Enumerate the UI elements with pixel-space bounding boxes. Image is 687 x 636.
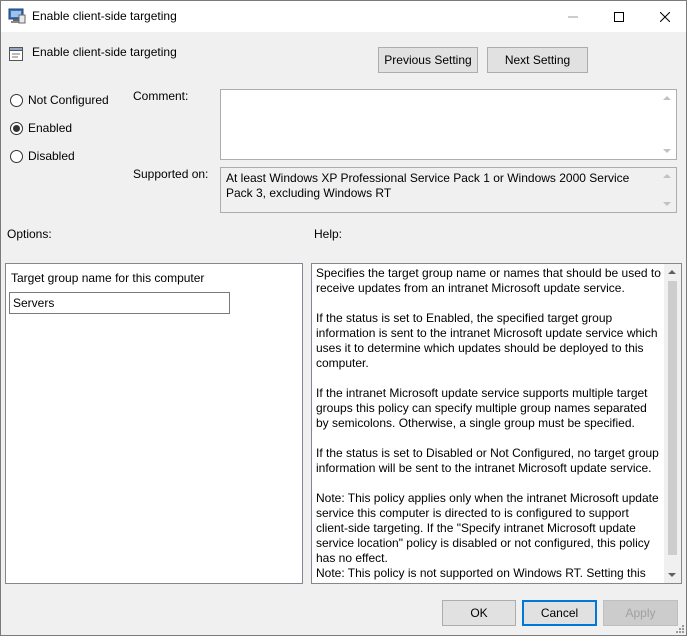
- supported-on-label: Supported on:: [133, 167, 209, 181]
- target-group-input[interactable]: [9, 292, 230, 314]
- radio-disabled[interactable]: Disabled: [10, 148, 75, 164]
- title-bar[interactable]: Enable client-side targeting: [1, 1, 686, 32]
- radio-disabled-label: Disabled: [28, 149, 75, 163]
- comment-label: Comment:: [133, 89, 189, 103]
- setting-icon: [9, 47, 23, 61]
- radio-enabled-circle[interactable]: [10, 121, 23, 135]
- target-group-label: Target group name for this computer: [11, 271, 205, 285]
- radio-enabled-label: Enabled: [28, 121, 73, 135]
- radio-not-configured[interactable]: Not Configured: [10, 92, 109, 108]
- radio-disabled-circle[interactable]: [10, 149, 23, 163]
- help-scroll-thumb[interactable]: [668, 281, 677, 555]
- cancel-button[interactable]: Cancel: [522, 600, 597, 626]
- supported-on-value: At least Windows XP Professional Service…: [226, 171, 630, 200]
- supported-scrollbar[interactable]: [659, 168, 676, 212]
- help-paragraph: If the intranet Microsoft update service…: [316, 386, 648, 430]
- help-label: Help:: [314, 227, 343, 241]
- help-paragraph: If the status is set to Enabled, the spe…: [316, 311, 658, 370]
- previous-setting-button[interactable]: Previous Setting: [378, 47, 478, 73]
- radio-not-configured-label: Not Configured: [28, 93, 109, 107]
- supported-on-box: At least Windows XP Professional Service…: [220, 167, 677, 213]
- help-panel: Specifies the target group name or names…: [311, 263, 682, 584]
- help-paragraph: Note: This policy applies only when the …: [316, 491, 659, 565]
- apply-button[interactable]: Apply: [603, 600, 678, 626]
- scroll-up-icon[interactable]: [663, 174, 671, 178]
- help-text: Specifies the target group name or names…: [316, 266, 662, 581]
- scroll-up-icon[interactable]: [668, 270, 676, 274]
- close-icon: [660, 11, 670, 22]
- comment-scrollbar[interactable]: [659, 90, 676, 159]
- scroll-down-icon[interactable]: [663, 149, 671, 153]
- next-setting-button[interactable]: Next Setting: [487, 47, 588, 73]
- scroll-down-icon[interactable]: [663, 202, 671, 206]
- maximize-button[interactable]: [596, 1, 642, 32]
- minimize-icon: [568, 16, 578, 17]
- ok-button[interactable]: OK: [442, 600, 516, 626]
- resize-grip-icon[interactable]: [674, 623, 684, 633]
- help-paragraph: Note: This policy is not supported on Wi…: [316, 566, 646, 580]
- options-label: Options:: [7, 227, 52, 241]
- radio-enabled[interactable]: Enabled: [10, 120, 72, 136]
- policy-dialog: Enable client-side targeting Enable clie…: [0, 0, 687, 636]
- setting-title: Enable client-side targeting: [32, 45, 177, 59]
- scroll-up-icon[interactable]: [663, 96, 671, 100]
- window-title: Enable client-side targeting: [32, 9, 177, 23]
- comment-textarea[interactable]: [220, 89, 677, 160]
- maximize-icon: [614, 11, 624, 22]
- minimize-button[interactable]: [550, 1, 596, 32]
- help-paragraph: Specifies the target group name or names…: [316, 266, 661, 295]
- policy-app-icon: [8, 8, 26, 24]
- help-scrollbar[interactable]: [664, 264, 681, 583]
- scroll-down-icon[interactable]: [668, 573, 676, 577]
- help-paragraph: If the status is set to Disabled or Not …: [316, 446, 659, 475]
- radio-not-configured-circle[interactable]: [10, 93, 23, 107]
- options-panel: Target group name for this computer: [5, 263, 303, 584]
- close-button[interactable]: [642, 1, 687, 32]
